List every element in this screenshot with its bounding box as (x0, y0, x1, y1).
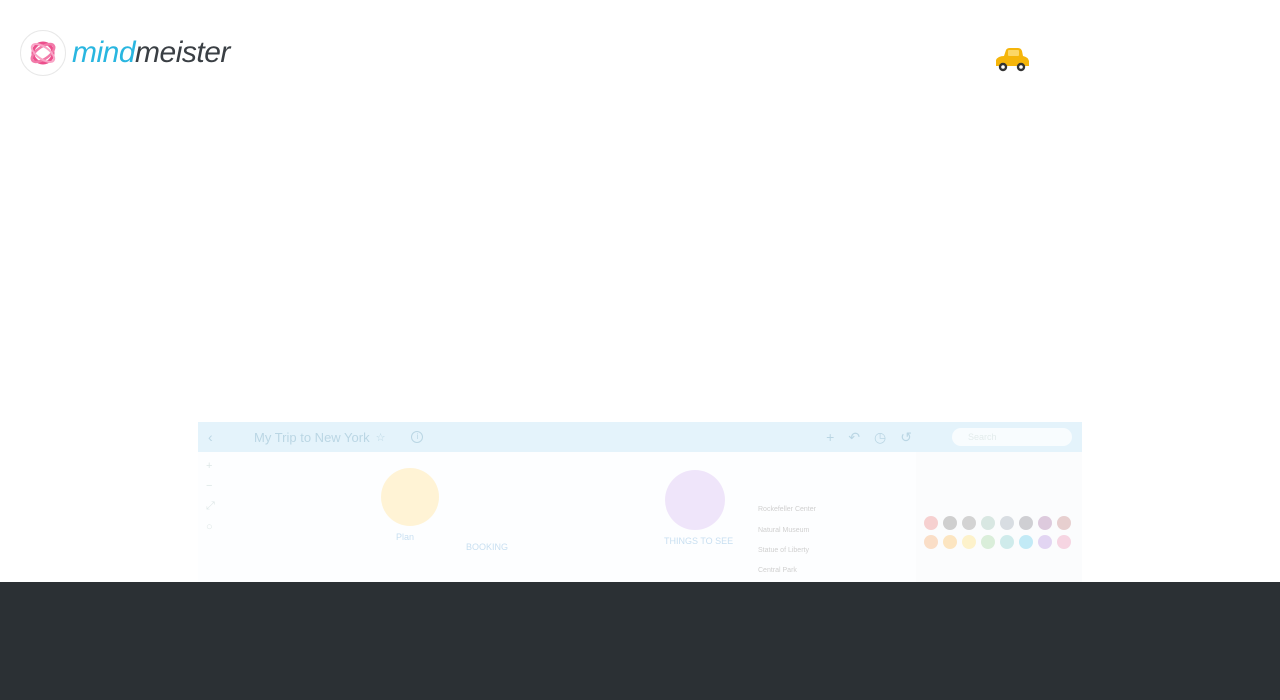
mindmeister-logo-icon (20, 30, 66, 76)
footer (0, 582, 1280, 700)
task-item: Natural Museum (758, 527, 810, 534)
zoom-out-icon: − (206, 480, 213, 492)
color-swatch (1038, 535, 1052, 549)
color-swatch (981, 535, 995, 549)
undo-icon: ↶ (848, 428, 861, 445)
style-panel (916, 452, 1082, 582)
things-node (665, 470, 725, 530)
color-swatch (1000, 516, 1014, 530)
info-icon: i (411, 431, 424, 443)
color-swatch (924, 516, 938, 530)
color-swatch (1038, 516, 1052, 530)
logo-wordmark: mindmeister (72, 36, 230, 69)
things-label: THINGS TO SEE (664, 536, 734, 546)
color-swatch (981, 516, 995, 530)
color-swatch (924, 535, 938, 549)
preview-tools: + ↶ ◷ ↺ (826, 429, 912, 446)
color-swatch (962, 516, 976, 530)
color-swatch (1000, 535, 1014, 549)
taxi-car-icon (996, 48, 1029, 72)
color-swatch (1019, 535, 1033, 549)
color-swatch (962, 535, 976, 549)
mindmeister-logo[interactable]: mindmeister (20, 30, 230, 76)
booking-label: BOOKING (466, 542, 509, 552)
zoom-in-icon: + (206, 460, 213, 472)
back-icon: ‹ (208, 429, 213, 445)
preview-map-title: My Trip to New York (254, 429, 370, 445)
preview-canvas: + − ⤢ ○ Plan BOOKING THINGS TO SEE Rocke… (198, 452, 1082, 582)
task-item: Central Park (758, 567, 797, 574)
color-swatch (943, 516, 957, 530)
history-icon: ◷ (874, 428, 887, 445)
color-swatches (924, 516, 1071, 549)
preview-search: Search (952, 428, 1072, 446)
task-item: Rockefeller Center (758, 506, 816, 513)
redo-icon: ↺ (900, 428, 912, 445)
color-swatch (943, 535, 957, 549)
plan-node (381, 468, 439, 526)
app-preview-image: ‹ My Trip to New York ☆ i + ↶ ◷ ↺ Search… (198, 422, 1082, 582)
color-swatch (1057, 516, 1071, 530)
plan-label: Plan (396, 532, 415, 542)
preview-toolbar: ‹ My Trip to New York ☆ i + ↶ ◷ ↺ Search (198, 422, 1082, 452)
center-icon: ○ (206, 521, 213, 533)
task-item: Statue of Liberty (758, 547, 809, 554)
color-swatch (1019, 516, 1033, 530)
color-swatch (1057, 535, 1071, 549)
preview-side-tools: + − ⤢ ○ (206, 460, 222, 533)
page: mindmeister ‹ My Trip to New York ☆ i + … (0, 0, 1280, 700)
fit-icon: ⤢ (206, 500, 215, 512)
star-icon: ☆ (375, 431, 386, 444)
add-icon: + (826, 428, 835, 445)
